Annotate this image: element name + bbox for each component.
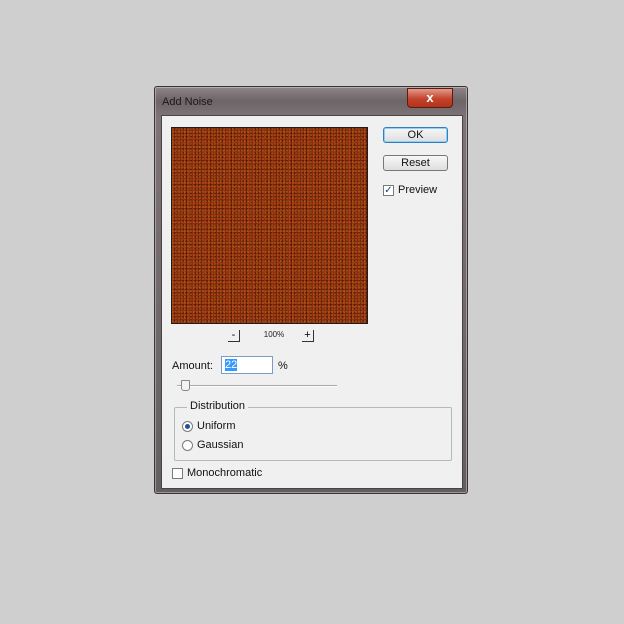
distribution-group	[174, 407, 452, 461]
close-button[interactable]: x	[407, 88, 453, 108]
ok-button[interactable]: OK	[383, 127, 448, 143]
preview-checkbox[interactable]: ✓	[383, 185, 394, 196]
dialog-title: Add Noise	[162, 96, 213, 108]
preview-label[interactable]: Preview	[398, 184, 437, 196]
gaussian-radio[interactable]	[182, 440, 193, 451]
monochromatic-label[interactable]: Monochromatic	[187, 467, 262, 479]
gaussian-label[interactable]: Gaussian	[197, 439, 243, 451]
add-noise-dialog: Add Noise x - 100% + OK Reset ✓ Preview …	[154, 86, 468, 494]
uniform-label[interactable]: Uniform	[197, 420, 236, 432]
amount-label: Amount:	[172, 360, 213, 372]
amount-value: 22	[225, 359, 238, 371]
amount-slider-thumb[interactable]	[181, 380, 190, 391]
noise-preview-image[interactable]	[171, 127, 368, 324]
dialog-body: - 100% + OK Reset ✓ Preview Amount: 22 %…	[161, 115, 463, 489]
zoom-out-button[interactable]: -	[228, 330, 240, 342]
amount-unit: %	[278, 360, 288, 372]
distribution-title: Distribution	[187, 400, 249, 412]
zoom-in-button[interactable]: +	[302, 330, 314, 342]
title-bar[interactable]: Add Noise x	[155, 87, 467, 113]
close-icon: x	[426, 90, 434, 105]
reset-button[interactable]: Reset	[383, 155, 448, 171]
checkmark-icon: ✓	[384, 185, 393, 196]
zoom-level-label: 100%	[263, 330, 285, 339]
amount-input[interactable]: 22	[221, 356, 273, 374]
monochromatic-checkbox[interactable]	[172, 468, 183, 479]
uniform-radio[interactable]	[182, 421, 193, 432]
amount-slider-track[interactable]	[177, 385, 337, 387]
